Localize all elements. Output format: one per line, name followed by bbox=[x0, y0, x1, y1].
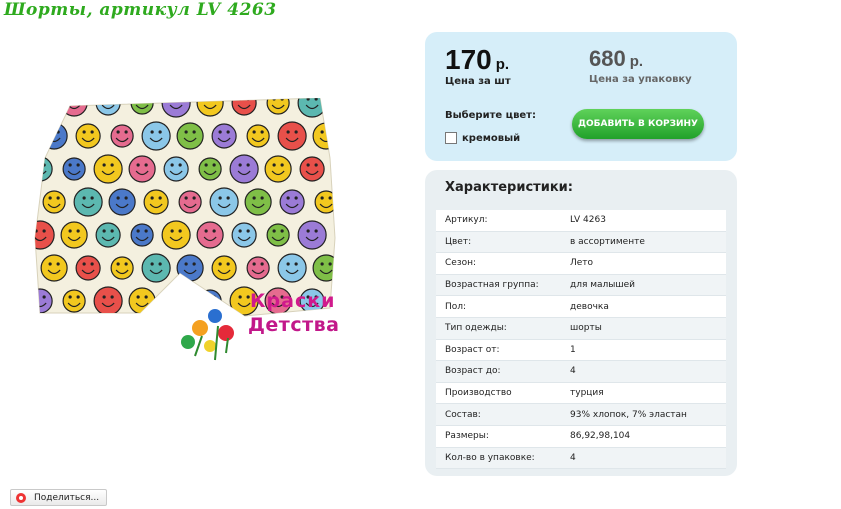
spec-value: 93% хлопок, 7% эластан bbox=[570, 409, 687, 420]
pack-price-caption: Цена за упаковку bbox=[589, 74, 692, 85]
spec-value: турция bbox=[570, 388, 604, 399]
checkbox-icon[interactable] bbox=[445, 132, 457, 144]
specs-table: Артикул: LV 4263 Цвет: в ассортименте Сезон:… bbox=[436, 210, 726, 469]
specs-title: Характеристики: bbox=[445, 180, 573, 195]
spec-value: 86,92,98,104 bbox=[570, 431, 631, 442]
spec-row: Размеры: 86,92,98,104 bbox=[436, 425, 726, 448]
spec-key: Возрастная группа: bbox=[445, 280, 539, 291]
spec-key: Цвет: bbox=[445, 236, 472, 247]
spec-row: Пол: девочка bbox=[436, 295, 726, 318]
unit-price-value: 170 bbox=[445, 44, 492, 75]
spec-key: Артикул: bbox=[445, 215, 488, 226]
spec-row: Производство турция bbox=[436, 382, 726, 404]
flower-logo-icon bbox=[181, 309, 234, 361]
spec-key: Производство bbox=[445, 388, 512, 399]
spec-row: Артикул: LV 4263 bbox=[436, 210, 726, 232]
color-option-label: кремовый bbox=[462, 132, 521, 144]
unit-price-currency: р. bbox=[495, 56, 510, 73]
spec-key: Состав: bbox=[445, 409, 481, 420]
unit-price: 170 р. bbox=[445, 44, 509, 76]
pack-price-currency: р. bbox=[629, 53, 644, 70]
spec-key: Тип одежды: bbox=[445, 323, 507, 334]
spec-value: 4 bbox=[570, 366, 576, 377]
spec-key: Возраст до: bbox=[445, 366, 501, 377]
share-icon bbox=[16, 492, 26, 503]
specs-panel: Характеристики: Артикул: LV 4263 Цвет: в ас… bbox=[425, 170, 737, 476]
spec-key: Сезон: bbox=[445, 258, 477, 269]
unit-price-caption: Цена за шт bbox=[445, 76, 511, 87]
add-to-cart-button[interactable]: ДОБАВИТЬ В КОРЗИНУ bbox=[572, 109, 704, 139]
page-title: Шорты, артикул LV 4263 bbox=[4, 0, 277, 20]
share-button[interactable]: Поделиться... bbox=[10, 489, 107, 506]
spec-key: Размеры: bbox=[445, 431, 489, 442]
spec-value: 1 bbox=[570, 344, 576, 355]
spec-key: Возраст от: bbox=[445, 344, 500, 355]
spec-key: Кол-во в упаковке: bbox=[445, 452, 535, 463]
spec-row: Цвет: в ассортименте bbox=[436, 231, 726, 253]
color-select-label: Выберите цвет: bbox=[445, 110, 536, 121]
pack-price-value: 680 bbox=[589, 46, 626, 71]
spec-value: 4 bbox=[570, 452, 576, 463]
price-panel: 170 р. Цена за шт 680 р. Цена за упаковку … bbox=[425, 32, 737, 161]
spec-row: Состав: 93% хлопок, 7% эластан bbox=[436, 403, 726, 426]
spec-row: Возраст от: 1 bbox=[436, 339, 726, 361]
brand-logo-line1: Краски bbox=[250, 290, 336, 312]
spec-row: Кол-во в упаковке: 4 bbox=[436, 447, 726, 469]
spec-value: для малышей bbox=[570, 280, 636, 291]
spec-row: Сезон: Лето bbox=[436, 252, 726, 275]
spec-row: Тип одежды: шорты bbox=[436, 317, 726, 340]
brand-logo-line2: Детства bbox=[248, 314, 340, 336]
pack-price: 680 р. bbox=[589, 46, 643, 72]
spec-value: LV 4263 bbox=[570, 215, 606, 226]
share-label: Поделиться... bbox=[34, 492, 100, 503]
spec-value: девочка bbox=[570, 301, 609, 312]
spec-row: Возраст до: 4 bbox=[436, 360, 726, 383]
spec-row: Возрастная группа: для малышей bbox=[436, 274, 726, 296]
spec-key: Пол: bbox=[445, 301, 467, 312]
spec-value: в ассортименте bbox=[570, 236, 645, 247]
color-option-cream[interactable]: кремовый bbox=[445, 132, 520, 144]
spec-value: шорты bbox=[570, 323, 602, 334]
spec-value: Лето bbox=[570, 258, 594, 269]
